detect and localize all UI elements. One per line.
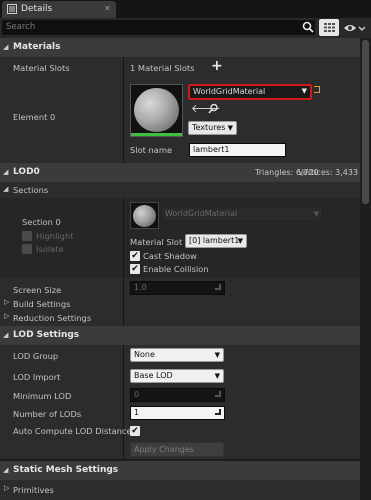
lod0-header-label: LOD0	[13, 167, 40, 177]
collapse-arrow-icon: ◢	[3, 168, 9, 176]
material-slot-value: [0] lambert1	[189, 236, 240, 245]
minimum-lod-label: Minimum LOD	[13, 391, 72, 401]
column-divider	[123, 57, 124, 163]
isolate-label: Isolate	[36, 244, 64, 254]
lod-import-value: Base LOD	[134, 371, 173, 380]
primitives-arrow-icon[interactable]: ▷	[4, 484, 9, 492]
materials-header-label: Materials	[13, 42, 61, 52]
collapse-arrow-icon: ◢	[3, 466, 9, 474]
lod-group-value: None	[134, 350, 155, 359]
textures-dropdown[interactable]: Textures ▼	[188, 121, 237, 135]
resize-grip-icon	[215, 409, 221, 415]
material-slots-label: Material Slots	[13, 63, 70, 73]
vertices-count: Vertices: 3,433	[298, 168, 359, 177]
element-0-label: Element 0	[13, 112, 56, 122]
lod-group-label: LOD Group	[13, 351, 59, 361]
collapse-arrow-icon: ◢	[3, 331, 9, 339]
lod-group-dropdown[interactable]: None ▼	[130, 348, 224, 362]
reduction-settings-label[interactable]: Reduction Settings	[13, 313, 91, 323]
slot-name-label: Slot name	[130, 145, 173, 155]
lod-group-arrow-icon: ▼	[214, 351, 220, 359]
browse-search-icon[interactable]	[208, 103, 219, 114]
material-slot-arrow-icon: ▼	[237, 237, 243, 245]
material-slot-dropdown[interactable]: [0] lambert1 ▼	[185, 234, 247, 248]
screen-size-value: 1.0	[134, 283, 147, 292]
static-mesh-body	[0, 480, 360, 500]
dropdown-arrow-icon: ▼	[313, 210, 319, 218]
screen-size-label: Screen Size	[13, 285, 62, 295]
screen-size-input: 1.0	[130, 281, 225, 295]
property-matrix-icon[interactable]	[319, 19, 339, 36]
material-asset-name: WorldGridMaterial	[193, 87, 266, 96]
slot-name-input[interactable]: lambert1	[189, 143, 286, 157]
number-of-lods-label: Number of LODs	[13, 409, 82, 419]
auto-compute-lod-distance-label: Auto Compute LOD Distance	[13, 426, 132, 436]
number-of-lods-value: 1	[134, 408, 140, 417]
column-divider	[123, 198, 124, 326]
highlight-checkbox[interactable]	[22, 231, 32, 241]
lod-import-arrow-icon: ▼	[214, 372, 220, 380]
resize-grip-icon	[215, 284, 221, 290]
enable-collision-checkbox[interactable]: ✔	[130, 264, 140, 274]
primitives-label[interactable]: Primitives	[13, 485, 54, 495]
material-thumbnail[interactable]	[130, 84, 183, 137]
enable-collision-label: Enable Collision	[143, 264, 209, 274]
search-icon[interactable]	[302, 21, 314, 33]
number-of-lods-input[interactable]: 1	[130, 406, 225, 420]
static-mesh-header-label: Static Mesh Settings	[13, 465, 119, 475]
material-asset-combo[interactable]: WorldGridMaterial ▼	[188, 84, 312, 100]
view-options-eye-icon[interactable]	[343, 22, 366, 34]
sections-expand-arrow-icon[interactable]: ◢	[3, 185, 8, 193]
textures-arrow-icon: ▼	[227, 124, 233, 132]
section-material-thumbnail[interactable]	[130, 202, 159, 229]
dropdown-arrow-icon: ▼	[301, 87, 307, 95]
collapse-arrow-icon: ◢	[3, 43, 9, 51]
build-settings-arrow-icon[interactable]: ▷	[4, 298, 9, 306]
build-settings-label[interactable]: Build Settings	[13, 299, 71, 309]
lod-settings-header-label: LOD Settings	[13, 330, 80, 340]
sections-label: Sections	[13, 185, 49, 195]
cast-shadow-checkbox[interactable]: ✔	[130, 251, 140, 261]
minimum-lod-input: 0	[130, 388, 225, 402]
search-input[interactable]: Search	[2, 20, 315, 35]
isolate-checkbox[interactable]	[22, 244, 32, 254]
tab-details[interactable]: Details ✕	[2, 1, 116, 18]
cast-shadow-label: Cast Shadow	[143, 251, 197, 261]
auto-compute-lod-distance-checkbox[interactable]: ✔	[130, 426, 140, 436]
highlight-label: Highlight	[36, 231, 74, 241]
apply-changes-button: Apply Changes	[130, 442, 224, 457]
section-material-combo: WorldGridMaterial ▼	[161, 207, 323, 221]
lod0-section-header[interactable]: ◢ LOD0 Triangles: 6,720 Vertices: 3,433	[0, 163, 360, 182]
reduction-settings-arrow-icon[interactable]: ▷	[4, 312, 9, 320]
lod-import-dropdown[interactable]: Base LOD ▼	[130, 369, 224, 383]
minimum-lod-value: 0	[134, 390, 140, 399]
tab-close-icon[interactable]: ✕	[104, 4, 111, 13]
material-slots-count: 1 Material Slots	[130, 63, 195, 73]
material-slot-label: Material Slot	[130, 237, 183, 247]
column-divider	[123, 345, 124, 459]
lod-settings-section-header[interactable]: ◢ LOD Settings	[0, 326, 360, 345]
section-0-label: Section 0	[22, 217, 61, 227]
section-material-name: WorldGridMaterial	[165, 209, 238, 218]
lod-import-label: LOD Import	[13, 372, 61, 382]
tab-title: Details	[21, 4, 53, 14]
materials-section-header[interactable]: ◢ Materials	[0, 38, 360, 57]
resize-grip-icon	[215, 391, 221, 397]
static-mesh-settings-section-header[interactable]: ◢ Static Mesh Settings	[0, 461, 360, 480]
thumbnail-green-bar	[131, 133, 182, 136]
textures-label: Textures	[192, 123, 226, 132]
details-icon	[7, 4, 17, 14]
reset-to-default-icon[interactable]	[314, 86, 320, 93]
scrollbar-thumb[interactable]	[362, 40, 369, 204]
add-material-slot-button[interactable]: +	[211, 58, 223, 74]
